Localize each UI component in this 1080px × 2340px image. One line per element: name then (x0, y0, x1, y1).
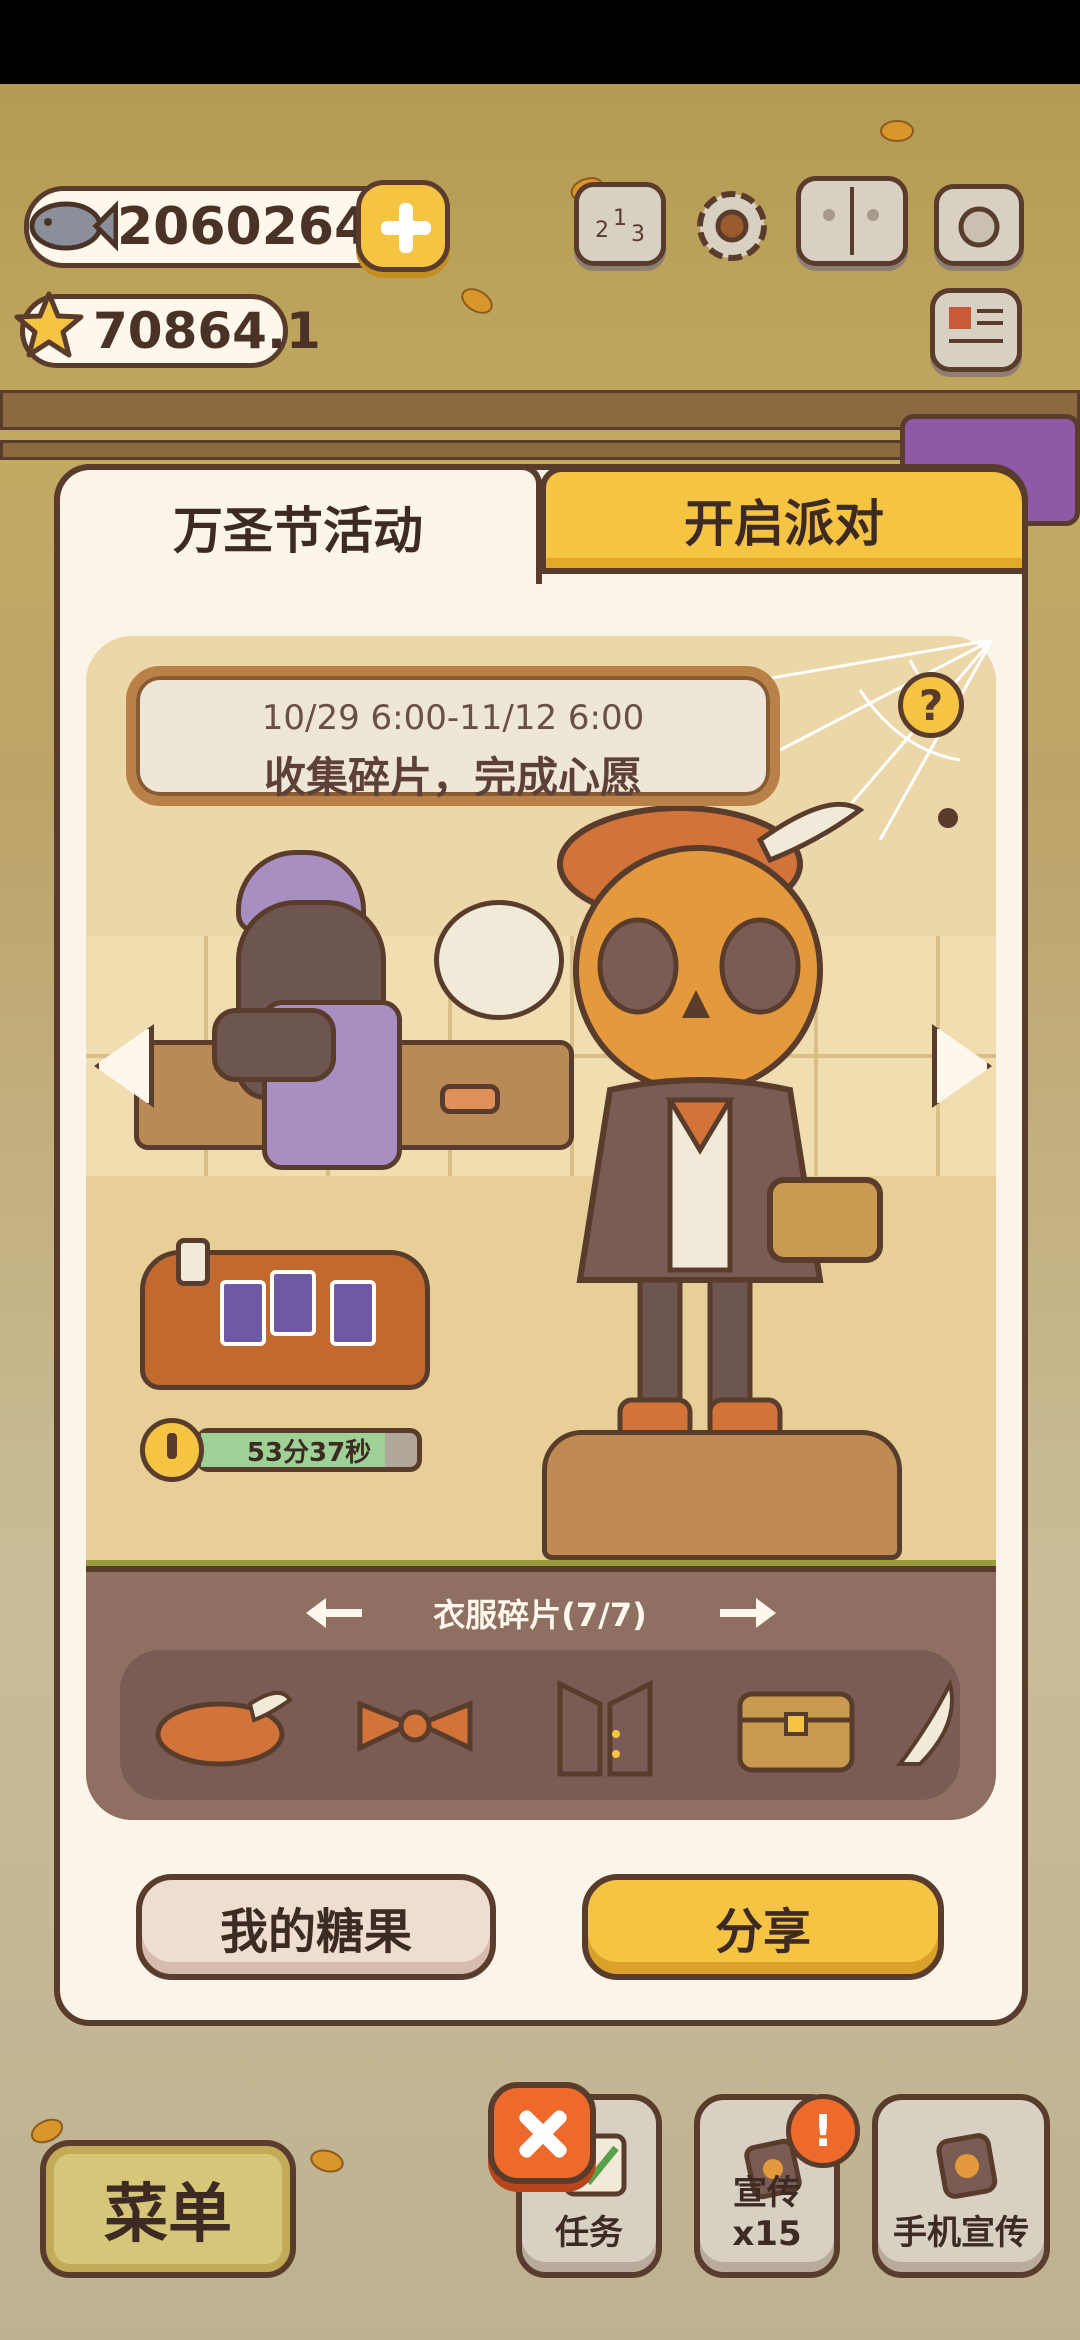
paw-book-icon (823, 187, 879, 255)
tarot-card (270, 1270, 316, 1336)
tarot-card (330, 1280, 376, 1346)
newspaper-button[interactable] (930, 288, 1022, 372)
tab-halloween-event[interactable]: 万圣节活动 (54, 464, 542, 584)
vest-icon[interactable] (530, 1664, 680, 1784)
task-label: 任务 (555, 2213, 623, 2253)
menu-label: 菜单 (104, 2178, 232, 2252)
candle (176, 1238, 210, 1286)
thread-spool (440, 1084, 500, 1114)
fragments-tray (120, 1650, 960, 1800)
svg-text:3: 3 (631, 222, 645, 247)
settings-gear-icon (697, 191, 767, 261)
star-currency-value: 70864.1 (93, 302, 321, 360)
close-dialog-button[interactable] (488, 2082, 596, 2184)
timer-text: 53分37秒 (246, 1437, 372, 1468)
question-icon: ? (918, 680, 944, 730)
tab-halloween-event-label: 万圣节活动 (173, 502, 423, 560)
settings-button[interactable] (686, 180, 778, 272)
event-date-range: 10/29 6:00-11/12 6:00 (261, 698, 645, 738)
treasure-chest-icon[interactable] (720, 1664, 870, 1784)
tab-start-party-label: 开启派对 (684, 495, 884, 553)
menu-button[interactable]: 菜单 (40, 2140, 296, 2278)
sewing-machine (212, 1008, 336, 1082)
svg-text:2: 2 (595, 218, 609, 243)
ranking-icon: 2 1 3 (595, 206, 645, 247)
ranking-button[interactable]: 2 1 3 (574, 182, 666, 266)
pumpkin-character (557, 801, 883, 1443)
newspaper-icon (949, 307, 1003, 343)
falling-leaf (880, 120, 914, 142)
fragments-title: 衣服碎片(7/7) (433, 1596, 647, 1634)
promote-label: 宣传x15 (732, 2173, 802, 2254)
paw-book-button[interactable] (796, 176, 908, 266)
notification-badge: ! (786, 2094, 860, 2168)
tarot-card (220, 1280, 266, 1346)
clock-icon (140, 1418, 204, 1482)
fish-icon (29, 200, 118, 252)
phone-promote-button[interactable]: 手机宣传 (872, 2094, 1050, 2278)
status-bar (0, 0, 1080, 84)
star-icon (14, 291, 84, 358)
feather-icon[interactable] (890, 1664, 960, 1784)
phone-promote-label: 手机宣传 (893, 2213, 1029, 2253)
event-date-banner: 10/29 6:00-11/12 6:00 收集碎片，完成心愿 (126, 666, 780, 806)
svg-text:1: 1 (613, 206, 627, 231)
camera-button[interactable] (934, 184, 1024, 266)
share-label: 分享 (714, 1904, 811, 1960)
help-button[interactable]: ? (898, 672, 964, 738)
tab-start-party[interactable]: 开启派对 (540, 466, 1028, 574)
tree-stump-pedestal (542, 1430, 902, 1560)
fragments-previous-arrow[interactable] (306, 1598, 366, 1628)
bow-tie-icon[interactable] (340, 1664, 490, 1784)
share-button[interactable]: 分享 (582, 1874, 944, 1980)
badge-text: ! (812, 2105, 834, 2157)
phone-promote-icon (936, 2133, 998, 2199)
my-candy-label: 我的糖果 (219, 1904, 412, 1960)
add-currency-button[interactable] (356, 180, 450, 272)
event-slogan: 收集碎片，完成心愿 (263, 753, 642, 802)
fragments-next-arrow[interactable] (716, 1598, 776, 1628)
camera-icon (958, 206, 1000, 248)
my-candy-button[interactable]: 我的糖果 (136, 1874, 496, 1980)
pumpkin-hat-icon[interactable] (150, 1664, 300, 1784)
